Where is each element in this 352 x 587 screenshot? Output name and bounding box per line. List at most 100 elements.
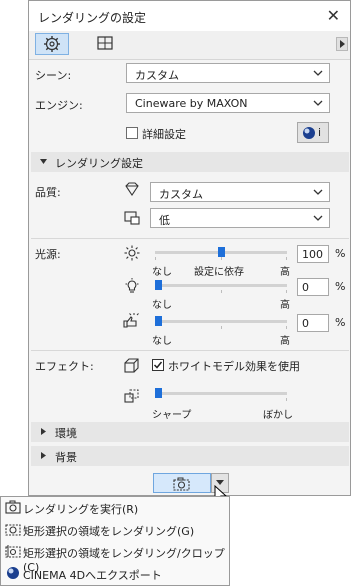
hand-slider[interactable] xyxy=(155,316,287,326)
quality-value: カスタム xyxy=(159,188,203,201)
tick xyxy=(286,398,287,401)
tab-scroll-right-button[interactable] xyxy=(336,37,348,51)
bulb-slider-thumb[interactable] xyxy=(155,280,162,290)
render-button[interactable] xyxy=(153,473,211,493)
menu-item-export-cinema4d[interactable]: CINEMA 4Dへエクスポート xyxy=(1,563,229,585)
scene-label: シーン: xyxy=(35,69,72,82)
menu-item-render-marquee-crop[interactable]: 矩形選択の領域をレンダリング/クロップ(C) xyxy=(1,541,229,574)
divider xyxy=(31,238,349,239)
engine-label: エンジン: xyxy=(35,99,83,112)
blur-icon xyxy=(124,389,139,403)
texture-quality-select[interactable]: 低 xyxy=(150,208,330,228)
menu-item-label: 矩形選択の領域をレンダリング(G) xyxy=(23,525,195,538)
check-icon xyxy=(153,361,163,369)
bulb-unit: % xyxy=(335,280,346,293)
sun-slider[interactable] xyxy=(155,247,287,257)
quality-label: 品質: xyxy=(35,186,61,199)
menu-item-label: レンダリングを実行(R) xyxy=(23,503,139,516)
scene-select[interactable]: カスタム xyxy=(126,63,330,83)
chevron-down-icon xyxy=(313,70,323,76)
chevron-down-icon xyxy=(313,100,323,106)
hand-slider-thumb[interactable] xyxy=(155,316,162,326)
blur-max-label: ぼかし xyxy=(263,410,293,421)
background-section-header[interactable]: 背景 xyxy=(31,446,349,466)
background-title: 背景 xyxy=(55,451,77,464)
advanced-checkbox[interactable] xyxy=(126,127,138,139)
tick xyxy=(221,326,222,329)
diamond-icon xyxy=(125,182,139,196)
texture-quality-value: 低 xyxy=(159,214,170,227)
engine-select[interactable]: Cineware by MAXON xyxy=(126,93,330,113)
blur-slider[interactable] xyxy=(155,388,287,398)
environment-title: 環境 xyxy=(55,427,77,440)
chevron-down-icon xyxy=(313,215,323,221)
marquee-camera-icon xyxy=(5,524,21,536)
tab-settings[interactable] xyxy=(35,33,69,55)
sun-value: 100 xyxy=(302,248,323,261)
bulb-value: 0 xyxy=(302,281,309,294)
camera-icon xyxy=(173,477,190,491)
scene-value: カスタム xyxy=(135,69,179,82)
blur-slider-thumb[interactable] xyxy=(155,388,162,398)
sun-unit: % xyxy=(335,247,346,260)
hand-max-label: 高 xyxy=(280,336,290,347)
sun-max-label: 高 xyxy=(280,267,290,278)
tick xyxy=(221,290,222,293)
marquee-crop-icon xyxy=(5,545,21,558)
gear-icon xyxy=(44,36,60,52)
tick xyxy=(155,257,156,260)
cinema4d-icon xyxy=(303,127,315,139)
menu-item-render-marquee[interactable]: 矩形選択の領域をレンダリング(G) xyxy=(1,519,229,541)
render-settings-title: レンダリング設定 xyxy=(55,157,143,170)
menu-item-render[interactable]: レンダリングを実行(R) xyxy=(1,497,229,519)
engine-info-button[interactable]: i xyxy=(297,122,329,143)
hand-value: 0 xyxy=(302,317,309,330)
sun-value-input[interactable]: 100 xyxy=(297,245,329,263)
sun-slider-thumb[interactable] xyxy=(218,247,225,257)
tab-size[interactable] xyxy=(89,33,123,55)
sun-mid-label: 設定に依存 xyxy=(194,267,244,278)
tick xyxy=(286,290,287,293)
bulb-min-label: なし xyxy=(152,300,172,311)
render-dropdown-menu: レンダリングを実行(R) 矩形選択の領域をレンダリング(G) 矩形選択の領域をレ… xyxy=(0,496,230,586)
render-settings-window: レンダリングの設定 ✕ シーン: カスタム エンジン: Cineware by … xyxy=(28,0,351,505)
triangle-down-icon xyxy=(40,159,47,164)
render-settings-section-header[interactable]: レンダリング設定 xyxy=(31,152,349,172)
white-model-label: ホワイトモデル効果を使用 xyxy=(168,360,300,373)
tick xyxy=(286,326,287,329)
triangle-right-icon xyxy=(41,428,46,435)
tick xyxy=(221,257,222,260)
white-model-checkbox[interactable] xyxy=(152,359,164,371)
cube-icon xyxy=(124,358,139,373)
blur-min-label: シャープ xyxy=(152,410,192,421)
window-title: レンダリングの設定 xyxy=(38,11,147,25)
effects-label: エフェクト: xyxy=(35,360,94,373)
frame-icon xyxy=(97,36,113,50)
bulb-value-input[interactable]: 0 xyxy=(297,278,329,296)
menu-item-label: CINEMA 4Dへエクスポート xyxy=(23,569,162,582)
triangle-right-icon xyxy=(41,452,46,459)
tab-bar xyxy=(29,31,350,60)
engine-value: Cineware by MAXON xyxy=(135,97,248,110)
bulb-slider[interactable] xyxy=(155,280,287,290)
hand-min-label: なし xyxy=(152,336,172,347)
environment-section-header[interactable]: 環境 xyxy=(31,422,349,442)
camera-icon xyxy=(5,500,21,514)
triangle-right-icon xyxy=(340,40,345,48)
advanced-label: 詳細設定 xyxy=(142,128,186,141)
bottom-bar xyxy=(29,471,350,505)
sun-min-label: なし xyxy=(152,267,172,278)
quality-select[interactable]: カスタム xyxy=(150,182,330,202)
tick xyxy=(286,257,287,260)
close-icon[interactable]: ✕ xyxy=(327,6,340,25)
texture-icon xyxy=(124,211,140,225)
sun-icon xyxy=(124,245,140,261)
divider xyxy=(31,350,349,351)
hand-value-input[interactable]: 0 xyxy=(297,314,329,332)
title-bar: レンダリングの設定 ✕ xyxy=(29,1,350,31)
chevron-down-icon xyxy=(313,189,323,195)
bulb-max-label: 高 xyxy=(280,300,290,311)
lights-label: 光源: xyxy=(35,248,61,261)
info-label: i xyxy=(318,126,322,139)
cinema4d-icon xyxy=(7,567,19,579)
